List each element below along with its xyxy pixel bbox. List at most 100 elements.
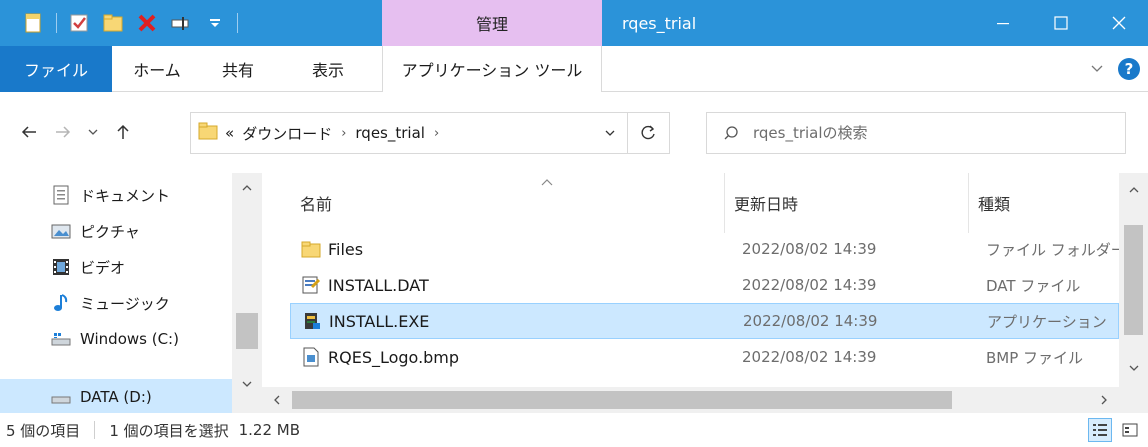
minimize-icon <box>997 23 1009 25</box>
status-bar: 5 個の項目 1 個の項目を選択 1.22 MB <box>0 413 1148 447</box>
file-row-files[interactable]: Files 2022/08/02 14:39 ファイル フォルダー <box>290 231 1126 267</box>
breadcrumb-overflow[interactable]: « <box>225 124 234 142</box>
refresh-button[interactable] <box>627 113 669 153</box>
file-type: ファイル フォルダー <box>986 240 1126 259</box>
file-date: 2022/08/02 14:39 <box>742 348 877 366</box>
scrollbar-thumb[interactable] <box>1124 225 1143 335</box>
file-list-horizontal-scrollbar[interactable] <box>262 387 1119 413</box>
scroll-down-icon[interactable] <box>1119 353 1148 383</box>
column-header-date[interactable]: 更新日時 <box>734 173 798 233</box>
large-icons-view-icon <box>1122 423 1138 437</box>
nav-item-documents[interactable]: ドキュメント <box>0 177 232 213</box>
breadcrumb-separator[interactable]: › <box>434 126 439 141</box>
file-name: INSTALL.EXE <box>329 311 430 331</box>
properties-icon[interactable] <box>20 9 48 37</box>
help-icon[interactable]: ? <box>1118 58 1140 80</box>
forward-button[interactable] <box>48 117 78 147</box>
address-bar[interactable]: « ダウンロード › rqes_trial › <box>190 112 670 154</box>
nav-item-data-d[interactable]: DATA (D:) <box>0 379 232 413</box>
scroll-up-icon[interactable] <box>232 173 262 203</box>
file-name-cell: INSTALL.DAT <box>300 274 429 296</box>
file-row-install-dat[interactable]: INSTALL.DAT 2022/08/02 14:39 DAT ファイル <box>290 267 1119 303</box>
refresh-icon <box>641 125 655 140</box>
breadcrumb-separator[interactable]: › <box>341 126 346 141</box>
new-folder-icon[interactable] <box>99 9 127 37</box>
status-divider <box>94 421 96 439</box>
toolbar-divider <box>56 13 57 33</box>
nav-item-label: Windows (C:) <box>80 330 179 348</box>
scroll-left-icon[interactable] <box>262 385 292 413</box>
rename-icon[interactable] <box>167 9 195 37</box>
close-icon <box>1112 16 1126 30</box>
selection-count: 1 個の項目を選択 <box>109 421 229 440</box>
toolbar-divider <box>237 13 238 33</box>
file-name: Files <box>328 239 364 259</box>
file-list: 名前 更新日時 種類 Files 2022/08/02 14:39 ファイル フ… <box>262 173 1148 413</box>
tab-view[interactable]: 表示 <box>274 46 382 92</box>
ribbon-right-controls: ? <box>1090 46 1148 92</box>
scrollbar-thumb[interactable] <box>236 313 258 349</box>
minimize-button[interactable] <box>974 0 1032 46</box>
chevron-down-icon <box>88 129 98 135</box>
back-arrow-icon <box>21 126 36 138</box>
checkmark-icon[interactable] <box>65 9 93 37</box>
sort-ascending-icon <box>540 173 554 191</box>
search-input[interactable] <box>753 124 1113 142</box>
close-button[interactable] <box>1090 0 1148 46</box>
nav-item-label: ビデオ <box>80 258 126 277</box>
column-header-name[interactable]: 名前 <box>300 173 332 233</box>
folder-icon <box>300 238 322 260</box>
maximize-icon <box>1054 16 1068 30</box>
details-view-button[interactable] <box>1088 418 1112 442</box>
chevron-down-icon <box>605 130 615 136</box>
window-title: rqes_trial <box>622 13 697 33</box>
navigation-bar: « ダウンロード › rqes_trial › <box>0 93 1148 173</box>
nav-item-label: DATA (D:) <box>80 388 152 406</box>
bmp-file-icon <box>300 346 322 368</box>
column-divider[interactable] <box>724 173 725 233</box>
back-button[interactable] <box>14 117 44 147</box>
nav-item-videos[interactable]: ビデオ <box>0 249 232 285</box>
file-name-cell: INSTALL.EXE <box>301 310 429 332</box>
recent-locations-button[interactable] <box>82 117 104 147</box>
file-row-install-exe[interactable]: INSTALL.EXE 2022/08/02 14:39 アプリケーション <box>290 303 1119 339</box>
column-divider[interactable] <box>968 173 969 233</box>
file-list-vertical-scrollbar[interactable] <box>1119 173 1148 413</box>
dat-file-icon <box>300 274 322 296</box>
customize-qat-icon[interactable] <box>201 9 229 37</box>
expand-ribbon-icon[interactable] <box>1090 62 1104 76</box>
tab-application-tools[interactable]: アプリケーション ツール <box>382 46 602 92</box>
file-date: 2022/08/02 14:39 <box>742 276 877 294</box>
file-row-rqes-logo[interactable]: RQES_Logo.bmp 2022/08/02 14:39 BMP ファイル <box>290 339 1119 375</box>
address-history-button[interactable] <box>595 113 625 153</box>
large-icons-view-button[interactable] <box>1118 418 1142 442</box>
tab-share[interactable]: 共有 <box>202 46 274 92</box>
nav-item-pictures[interactable]: ピクチャ <box>0 213 232 249</box>
column-header-type[interactable]: 種類 <box>978 173 1010 233</box>
nav-item-music[interactable]: ミュージック <box>0 285 232 321</box>
folder-icon <box>197 120 219 146</box>
search-box[interactable] <box>706 112 1126 154</box>
scroll-right-icon[interactable] <box>1089 385 1119 413</box>
nav-item-label: ミュージック <box>80 294 170 313</box>
breadcrumb-item-rqes-trial[interactable]: rqes_trial <box>355 124 425 142</box>
nav-pane-scrollbar[interactable] <box>232 173 262 413</box>
file-name: INSTALL.DAT <box>328 275 429 295</box>
delete-icon[interactable] <box>133 9 161 37</box>
up-button[interactable] <box>108 117 138 147</box>
tab-home[interactable]: ホーム <box>112 46 202 92</box>
scroll-down-icon[interactable] <box>232 369 262 399</box>
tab-file[interactable]: ファイル <box>0 46 112 92</box>
scrollbar-thumb[interactable] <box>292 391 952 409</box>
file-type: アプリケーション <box>987 312 1107 331</box>
details-view-icon <box>1093 424 1107 436</box>
scroll-up-icon[interactable] <box>1119 175 1148 205</box>
drive-icon <box>50 386 72 408</box>
nav-item-windows-c[interactable]: Windows (C:) <box>0 321 232 357</box>
breadcrumb-item-downloads[interactable]: ダウンロード <box>242 123 332 144</box>
navigation-pane: ドキュメント ピクチャ ビデオ ミュージック Windows (C:) DATA… <box>0 173 262 413</box>
maximize-button[interactable] <box>1032 0 1090 46</box>
pictures-icon <box>50 220 72 242</box>
view-switcher <box>1088 418 1142 442</box>
videos-icon <box>50 256 72 278</box>
